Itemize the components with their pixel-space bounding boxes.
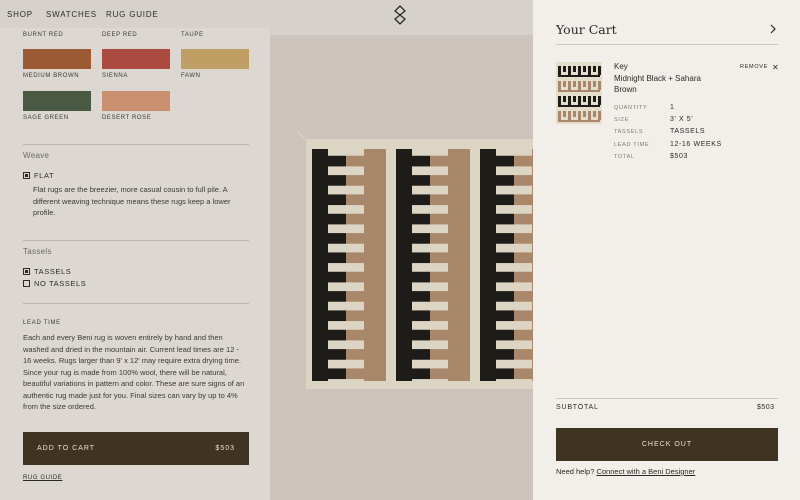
swatch-label: DEEP RED bbox=[102, 32, 138, 38]
tassels-heading: Tassels bbox=[23, 247, 52, 256]
checkout-label: CHECK OUT bbox=[641, 441, 693, 448]
product-options-panel: BURNT RED DEEP RED TAUPE MEDIUM BROWN SI… bbox=[0, 28, 270, 500]
spec-value: 12-16 WEEKS bbox=[670, 141, 722, 148]
spec-label: TASSELS bbox=[614, 129, 644, 135]
spec-value: 3' X 5' bbox=[670, 116, 694, 123]
spec-value: TASSELS bbox=[670, 128, 706, 135]
weave-heading: Weave bbox=[23, 151, 50, 160]
spec-label: LEAD TIME bbox=[614, 142, 650, 148]
divider bbox=[556, 398, 778, 399]
cart-item-colorway: Midnight Black + Sahara Brown bbox=[614, 73, 701, 95]
add-to-cart-price: $503 bbox=[215, 445, 235, 452]
top-nav: SHOP SWATCHES RUG GUIDE bbox=[0, 0, 533, 28]
checkout-button[interactable]: CHECK OUT bbox=[556, 428, 778, 461]
cart-item-name: Key Midnight Black + Sahara Brown bbox=[614, 61, 724, 96]
checkbox-icon bbox=[23, 280, 30, 287]
swatch-sienna[interactable] bbox=[102, 49, 170, 69]
subtotal-label: SUBTOTAL bbox=[556, 404, 599, 411]
divider bbox=[23, 303, 249, 304]
swatch-fawn[interactable] bbox=[181, 49, 249, 69]
spec-label: TOTAL bbox=[614, 154, 635, 160]
tassels-option-no-tassels[interactable]: NO TASSELS bbox=[23, 279, 86, 288]
rug-guide-link[interactable]: RUG GUIDE bbox=[23, 475, 62, 481]
tassels-option-tassels[interactable]: TASSELS bbox=[23, 267, 71, 276]
swatch-label: TAUPE bbox=[181, 32, 204, 38]
nav-rug-guide[interactable]: RUG GUIDE bbox=[106, 10, 159, 19]
lead-time-heading: LEAD TIME bbox=[23, 320, 61, 326]
cart-item-thumbnail[interactable] bbox=[556, 62, 602, 124]
nav-shop[interactable]: SHOP bbox=[7, 10, 33, 19]
divider bbox=[23, 240, 249, 241]
swatch-label: FAWN bbox=[181, 73, 201, 79]
spec-value: $503 bbox=[670, 153, 688, 160]
spec-value: 1 bbox=[670, 104, 675, 111]
checkbox-checked-icon bbox=[23, 172, 30, 179]
swatch-sage-green[interactable] bbox=[23, 91, 91, 111]
tassel-icon bbox=[297, 131, 306, 140]
swatch-label: SIENNA bbox=[102, 73, 128, 79]
add-to-cart-button[interactable]: ADD TO CART $503 bbox=[23, 432, 249, 465]
chevron-right-icon[interactable] bbox=[769, 24, 777, 34]
lead-time-text: Each and every Beni rug is woven entirel… bbox=[23, 333, 245, 411]
divider bbox=[23, 144, 249, 145]
tassels-option-label: TASSELS bbox=[34, 267, 72, 276]
divider bbox=[556, 44, 778, 45]
weave-option-flat[interactable]: FLAT bbox=[23, 171, 54, 180]
remove-link[interactable]: REMOVE bbox=[740, 64, 768, 70]
help-text: Need help? bbox=[556, 467, 595, 476]
rug-product-image[interactable] bbox=[306, 139, 533, 389]
swatch-medium-brown[interactable] bbox=[23, 49, 91, 69]
checkbox-checked-icon bbox=[23, 268, 30, 275]
swatch-label: DESERT ROSE bbox=[102, 115, 152, 121]
cart-drawer: Your Cart Key Midnight Black + Sahara Br… bbox=[533, 0, 800, 500]
tassels-option-label: NO TASSELS bbox=[34, 279, 87, 288]
spec-label: QUANTITY bbox=[614, 105, 648, 111]
subtotal-value: $503 bbox=[757, 404, 775, 411]
cart-title: Your Cart bbox=[556, 22, 617, 37]
brand-logo-icon[interactable] bbox=[392, 5, 408, 25]
close-icon[interactable]: ✕ bbox=[772, 63, 779, 72]
swatch-label: BURNT RED bbox=[23, 32, 64, 38]
cart-item-title: Key bbox=[614, 62, 628, 71]
swatch-label: MEDIUM BROWN bbox=[23, 73, 80, 79]
product-image-area bbox=[270, 35, 533, 500]
add-to-cart-label: ADD TO CART bbox=[37, 445, 96, 452]
designer-link[interactable]: Connect with a Beni Designer bbox=[596, 467, 695, 476]
spec-label: SIZE bbox=[614, 117, 630, 123]
weave-description: Flat rugs are the breezier, more casual … bbox=[33, 185, 231, 217]
weave-option-label: FLAT bbox=[34, 171, 55, 180]
swatch-label: SAGE GREEN bbox=[23, 115, 69, 121]
help-line: Need help? Connect with a Beni Designer bbox=[556, 467, 695, 476]
nav-swatches[interactable]: SWATCHES bbox=[46, 10, 97, 19]
swatch-desert-rose[interactable] bbox=[102, 91, 170, 111]
